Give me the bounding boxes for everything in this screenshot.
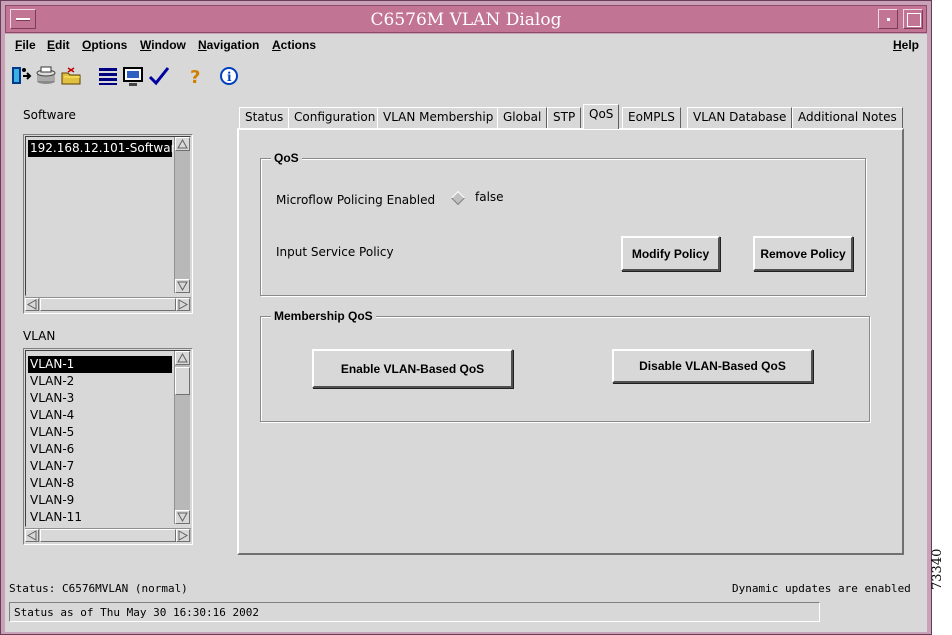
remove-policy-button[interactable]: Remove Policy [753,236,853,271]
menu-actions[interactable]: Actions [272,38,316,52]
qos-tab-panel: QoS Microflow Policing Enabled false Inp… [237,128,904,555]
modify-policy-button[interactable]: Modify Policy [621,236,720,271]
list-item[interactable]: VLAN-4 [28,407,172,424]
tab-stp[interactable]: STP [547,107,582,128]
svg-text:i: i [227,70,232,84]
menu-edit[interactable]: Edit [47,38,70,52]
tab-global[interactable]: Global [497,107,548,128]
list-item[interactable]: VLAN-9 [28,492,172,509]
menu-bar: File Edit Options Window Navigation Acti… [5,34,927,58]
scroll-up-arrow-icon[interactable] [175,137,190,151]
tab-status[interactable]: Status [239,107,290,128]
vlan-vertical-scrollbar[interactable] [174,351,190,524]
scroll-down-arrow-icon[interactable] [175,510,190,524]
tab-eompls[interactable]: EoMPLS [622,107,681,128]
open-folder-icon[interactable] [59,64,83,88]
scroll-thumb[interactable] [175,367,190,395]
info-icon[interactable]: i [217,64,241,88]
scroll-left-arrow-icon[interactable] [25,298,39,311]
list-item[interactable]: VLAN-7 [28,458,172,475]
scroll-right-arrow-icon[interactable] [176,529,190,542]
microflow-policing-checkbox[interactable] [450,190,466,206]
membership-qos-groupbox: Membership QoS Enable VLAN-Based QoS Dis… [260,309,870,422]
menu-navigation[interactable]: Navigation [198,38,259,52]
menu-options[interactable]: Options [82,38,127,52]
vlan-horizontal-scrollbar[interactable] [25,528,191,542]
menu-window[interactable]: Window [140,38,186,52]
list-item[interactable]: 192.168.12.101-Software [28,140,183,157]
maximize-button[interactable] [903,9,923,29]
window-title: C6576M VLAN Dialog [370,10,562,30]
qos-groupbox: QoS Microflow Policing Enabled false Inp… [260,151,866,296]
menu-help[interactable]: Help [893,38,919,52]
minimize-button[interactable] [878,9,898,29]
exit-icon[interactable] [9,64,33,88]
list-icon[interactable] [96,64,120,88]
status-text: Status: C6576MVLAN (normal) [9,582,188,595]
list-item[interactable]: VLAN-3 [28,390,172,407]
list-item[interactable]: VLAN-5 [28,424,172,441]
menu-file[interactable]: File [15,38,36,52]
scroll-up-arrow-icon[interactable] [175,351,190,365]
tab-vlan-membership[interactable]: VLAN Membership [377,107,500,128]
scroll-thumb[interactable] [40,298,176,311]
vlan-label: VLAN [23,329,56,343]
scroll-down-arrow-icon[interactable] [175,279,190,293]
tab-vlan-database[interactable]: VLAN Database [687,107,793,128]
title-bar[interactable]: C6576M VLAN Dialog [5,5,927,33]
list-item[interactable]: VLAN-2 [28,373,172,390]
disable-vlan-based-qos-button[interactable]: Disable VLAN-Based QoS [612,349,813,383]
svg-text:?: ? [190,67,200,87]
input-service-policy-label: Input Service Policy [276,245,394,259]
scroll-thumb[interactable] [40,529,176,542]
software-horizontal-scrollbar[interactable] [25,297,191,311]
list-item[interactable]: VLAN-6 [28,441,172,458]
help-question-icon[interactable]: ? [183,64,207,88]
enable-vlan-based-qos-button[interactable]: Enable VLAN-Based QoS [312,349,513,388]
tab-additional-notes[interactable]: Additional Notes [792,107,903,128]
microflow-policing-label: Microflow Policing Enabled [276,193,436,207]
list-item[interactable]: VLAN-8 [28,475,172,492]
status-timestamp-field: Status as of Thu May 30 16:30:16 2002 [9,602,820,622]
software-label: Software [23,108,76,122]
software-vertical-scrollbar[interactable] [174,137,190,293]
dialog-client-area: File Edit Options Window Navigation Acti… [5,34,927,632]
vlan-list[interactable]: VLAN-1 VLAN-2 VLAN-3 VLAN-4 VLAN-5 VLAN-… [23,348,193,545]
application-window: C6576M VLAN Dialog File Edit Options Win… [0,0,932,635]
microflow-policing-value: false [475,190,504,204]
dynamic-updates-text: Dynamic updates are enabled [732,582,911,595]
tab-qos[interactable]: QoS [583,104,620,129]
checkmark-icon[interactable] [147,64,171,88]
list-item[interactable]: VLAN-1 [28,356,172,373]
tab-configuration[interactable]: Configuration [288,107,382,128]
monitor-icon[interactable] [121,64,145,88]
save-icon[interactable] [34,64,58,88]
figure-number: 73340 [930,548,945,590]
qos-group-title: QoS [271,151,302,165]
software-list[interactable]: 192.168.12.101-Software [23,134,193,314]
scroll-right-arrow-icon[interactable] [176,298,190,311]
scroll-left-arrow-icon[interactable] [25,529,39,542]
membership-qos-group-title: Membership QoS [271,309,376,323]
list-item[interactable]: VLAN-11 [28,509,172,526]
